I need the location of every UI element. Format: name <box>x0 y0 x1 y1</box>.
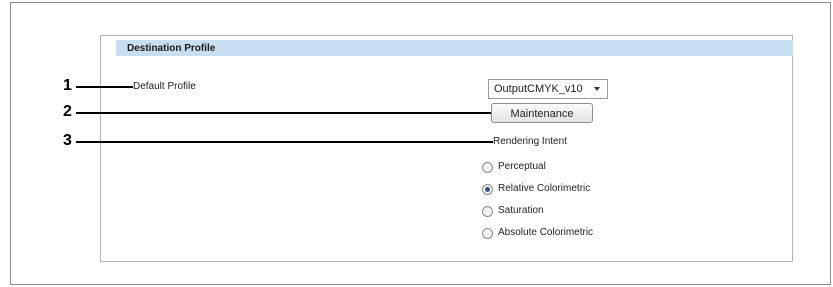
radio-button-icon <box>482 162 493 173</box>
radio-option-label: Saturation <box>498 205 544 216</box>
callout-number-2: 2 <box>63 103 72 120</box>
chevron-down-icon <box>594 87 600 91</box>
radio-button-icon <box>482 206 493 217</box>
destination-profile-panel <box>100 35 793 262</box>
callout-line-1 <box>76 86 133 88</box>
panel-title: Destination Profile <box>127 43 216 54</box>
default-profile-value: OutputCMYK_v10 <box>494 83 583 95</box>
maintenance-button[interactable]: Maintenance <box>491 103 593 123</box>
callout-line-3 <box>76 141 493 143</box>
radio-option-label: Relative Colorimetric <box>498 183 591 194</box>
radio-option-label: Perceptual <box>498 161 546 172</box>
callout-line-2 <box>76 112 494 114</box>
panel-header <box>116 40 793 56</box>
radio-button-selected-icon <box>482 184 493 195</box>
callout-number-1: 1 <box>63 77 72 94</box>
default-profile-select[interactable]: OutputCMYK_v10 <box>488 79 608 99</box>
radio-option-label: Absolute Colorimetric <box>498 227 594 238</box>
default-profile-label: Default Profile <box>133 81 196 92</box>
rendering-intent-label: Rendering Intent <box>493 136 567 147</box>
radio-button-icon <box>482 228 493 239</box>
maintenance-button-label: Maintenance <box>510 108 574 120</box>
callout-number-3: 3 <box>63 132 72 149</box>
